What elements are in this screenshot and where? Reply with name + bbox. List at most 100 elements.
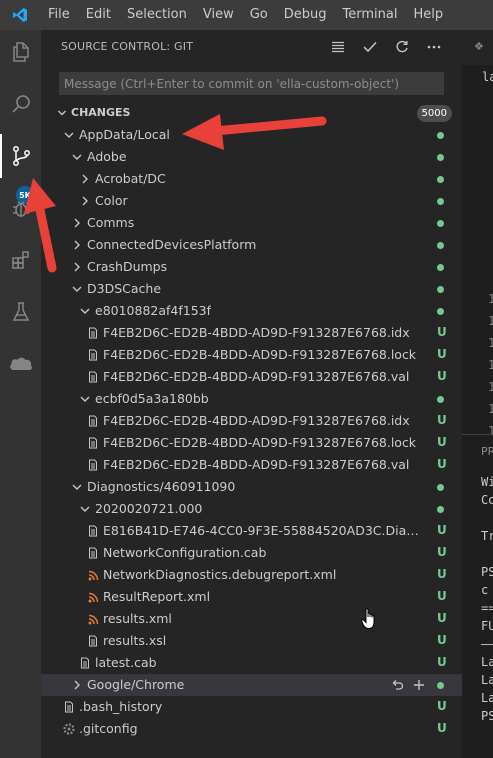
- tree-folder-row[interactable]: Acrobat/DC: [41, 168, 462, 190]
- tree-folder-row[interactable]: Comms: [41, 212, 462, 234]
- status-untracked-letter: U: [437, 721, 447, 735]
- tree-folder-row[interactable]: ConnectedDevicesPlatform: [41, 234, 462, 256]
- menu-item-edit[interactable]: Edit: [78, 0, 119, 30]
- commit-message-box[interactable]: [59, 72, 444, 95]
- chevron-down-icon[interactable]: [79, 300, 91, 322]
- more-actions-icon[interactable]: [418, 35, 450, 59]
- menu-item-go[interactable]: Go: [242, 0, 276, 30]
- tab-file-icon[interactable]: ❖: [474, 40, 484, 53]
- menu-item-terminal[interactable]: Terminal: [335, 0, 406, 30]
- tree-file-row[interactable]: F4EB2D6C-ED2B-4BDD-AD9D-F913287E6768.loc…: [41, 432, 462, 454]
- discard-changes-icon[interactable]: [386, 676, 408, 694]
- tree-file-row[interactable]: latest.cab U: [41, 652, 462, 674]
- tree-file-row[interactable]: results.xml U: [41, 608, 462, 630]
- refresh-icon[interactable]: [386, 35, 418, 59]
- debug-icon[interactable]: [0, 186, 41, 230]
- chevron-down-icon[interactable]: [71, 146, 83, 168]
- gear-file-icon: [63, 718, 75, 740]
- tree-file-row[interactable]: NetworkConfiguration.cab U: [41, 542, 462, 564]
- terminal-line: ==: [481, 601, 493, 615]
- tree-item-label: F4EB2D6C-ED2B-4BDD-AD9D-F913287E6768.idx: [103, 413, 410, 428]
- terminal-line: c: [481, 583, 489, 597]
- chevron-down-icon[interactable]: [79, 498, 91, 520]
- chevron-right-icon[interactable]: [71, 256, 83, 278]
- chevron-down-icon[interactable]: [71, 278, 83, 300]
- tree-folder-row[interactable]: Color: [41, 190, 462, 212]
- tree-file-row[interactable]: F4EB2D6C-ED2B-4BDD-AD9D-F913287E6768.idx…: [41, 322, 462, 344]
- search-icon[interactable]: [0, 82, 41, 126]
- chevron-right-icon[interactable]: [71, 234, 83, 256]
- tree-folder-row[interactable]: ecbf0d5a3a180bb: [41, 388, 462, 410]
- chevron-right-icon[interactable]: [71, 212, 83, 234]
- menu-item-file[interactable]: File: [40, 0, 78, 30]
- terminal-line: FU: [481, 619, 493, 633]
- changes-label: CHANGES: [71, 106, 131, 119]
- tree-file-row[interactable]: .bash_history U: [41, 696, 462, 718]
- tree-item-label: ConnectedDevicesPlatform: [87, 237, 257, 252]
- menu-item-debug[interactable]: Debug: [276, 0, 335, 30]
- status-untracked-letter: U: [437, 589, 447, 603]
- salesforce-cloud-icon[interactable]: [0, 342, 41, 386]
- chevron-right-icon[interactable]: [79, 168, 91, 190]
- changes-header[interactable]: CHANGES 5000: [41, 102, 462, 124]
- tree-folder-row[interactable]: AppData/Local: [41, 124, 462, 146]
- tree-item-label: ResultReport.xml: [103, 589, 211, 604]
- menu-item-selection[interactable]: Selection: [119, 0, 195, 30]
- file-lines-icon: [63, 696, 75, 718]
- tree-folder-row[interactable]: 2020020721.000: [41, 498, 462, 520]
- tree-file-row[interactable]: NetworkDiagnostics.debugreport.xml U: [41, 564, 462, 586]
- testing-flask-icon[interactable]: [0, 290, 41, 334]
- tree-file-row[interactable]: F4EB2D6C-ED2B-4BDD-AD9D-F913287E6768.val…: [41, 366, 462, 388]
- line-number: 1: [488, 402, 493, 416]
- tree-item-label: results.xsl: [103, 633, 167, 648]
- row-inline-actions: [386, 676, 430, 694]
- tree-folder-row[interactable]: Adobe: [41, 146, 462, 168]
- source-control-sidebar: SOURCE CONTROL: GIT CHANGES 5000 AppData…: [41, 30, 462, 758]
- title-bar: File Edit Selection View Go Debug Terminal Help: [0, 0, 493, 30]
- tree-item-label: F4EB2D6C-ED2B-4BDD-AD9D-F913287E6768.idx: [103, 325, 410, 340]
- menu-item-help[interactable]: Help: [405, 0, 451, 30]
- chevron-right-icon[interactable]: [79, 190, 91, 212]
- menu-item-view[interactable]: View: [195, 0, 242, 30]
- tree-folder-row[interactable]: CrashDumps: [41, 256, 462, 278]
- mouse-pointer-icon: [361, 608, 377, 634]
- tree-folder-row[interactable]: e8010882af4f153f: [41, 300, 462, 322]
- tree-item-label: E816B41D-E746-4CC0-9F3E-55884520AD3C.Dia…: [103, 523, 423, 538]
- status-untracked-letter: U: [437, 413, 447, 427]
- status-dot: [437, 506, 444, 513]
- tree-folder-row[interactable]: Google/Chrome: [41, 674, 462, 696]
- status-untracked-letter: U: [437, 435, 447, 449]
- panel-title[interactable]: PR: [481, 445, 493, 458]
- tree-folder-row[interactable]: Diagnostics/460911090: [41, 476, 462, 498]
- status-dot: [437, 198, 444, 205]
- tree-file-row[interactable]: results.xsl U: [41, 630, 462, 652]
- status-dot: [437, 682, 444, 689]
- editor-area: ❖ lan111111111 PR WiCoTrPSc==FU——LaLaLaP…: [462, 30, 493, 758]
- explorer-icon[interactable]: [0, 30, 41, 74]
- commit-message-input[interactable]: [60, 73, 443, 94]
- tree-item-label: AppData/Local: [79, 127, 170, 142]
- stage-changes-icon[interactable]: [408, 676, 430, 694]
- chevron-right-icon[interactable]: [71, 674, 83, 696]
- chevron-down-icon[interactable]: [71, 476, 83, 498]
- tree-file-row[interactable]: F4EB2D6C-ED2B-4BDD-AD9D-F913287E6768.val…: [41, 454, 462, 476]
- file-lines-icon: [87, 410, 99, 432]
- commit-check-icon[interactable]: [354, 35, 386, 59]
- chevron-down-icon[interactable]: [79, 388, 91, 410]
- terminal-line: Tr: [481, 529, 493, 543]
- source-control-icon[interactable]: [0, 134, 41, 178]
- view-as-list-icon[interactable]: [322, 35, 354, 59]
- status-dot: [437, 132, 444, 139]
- tree-file-row[interactable]: F4EB2D6C-ED2B-4BDD-AD9D-F913287E6768.idx…: [41, 410, 462, 432]
- tree-file-row[interactable]: E816B41D-E746-4CC0-9F3E-55884520AD3C.Dia…: [41, 520, 462, 542]
- scm-actions: [322, 35, 450, 59]
- tree-file-row[interactable]: F4EB2D6C-ED2B-4BDD-AD9D-F913287E6768.loc…: [41, 344, 462, 366]
- chevron-down-icon[interactable]: [63, 124, 75, 146]
- file-lines-icon: [87, 542, 99, 564]
- tree-file-row[interactable]: .gitconfig U: [41, 718, 462, 740]
- changes-count-badge: 5000: [416, 105, 452, 122]
- tree-file-row[interactable]: ResultReport.xml U: [41, 586, 462, 608]
- extensions-icon[interactable]: [0, 238, 41, 282]
- status-untracked-letter: U: [437, 633, 447, 647]
- tree-folder-row[interactable]: D3DSCache: [41, 278, 462, 300]
